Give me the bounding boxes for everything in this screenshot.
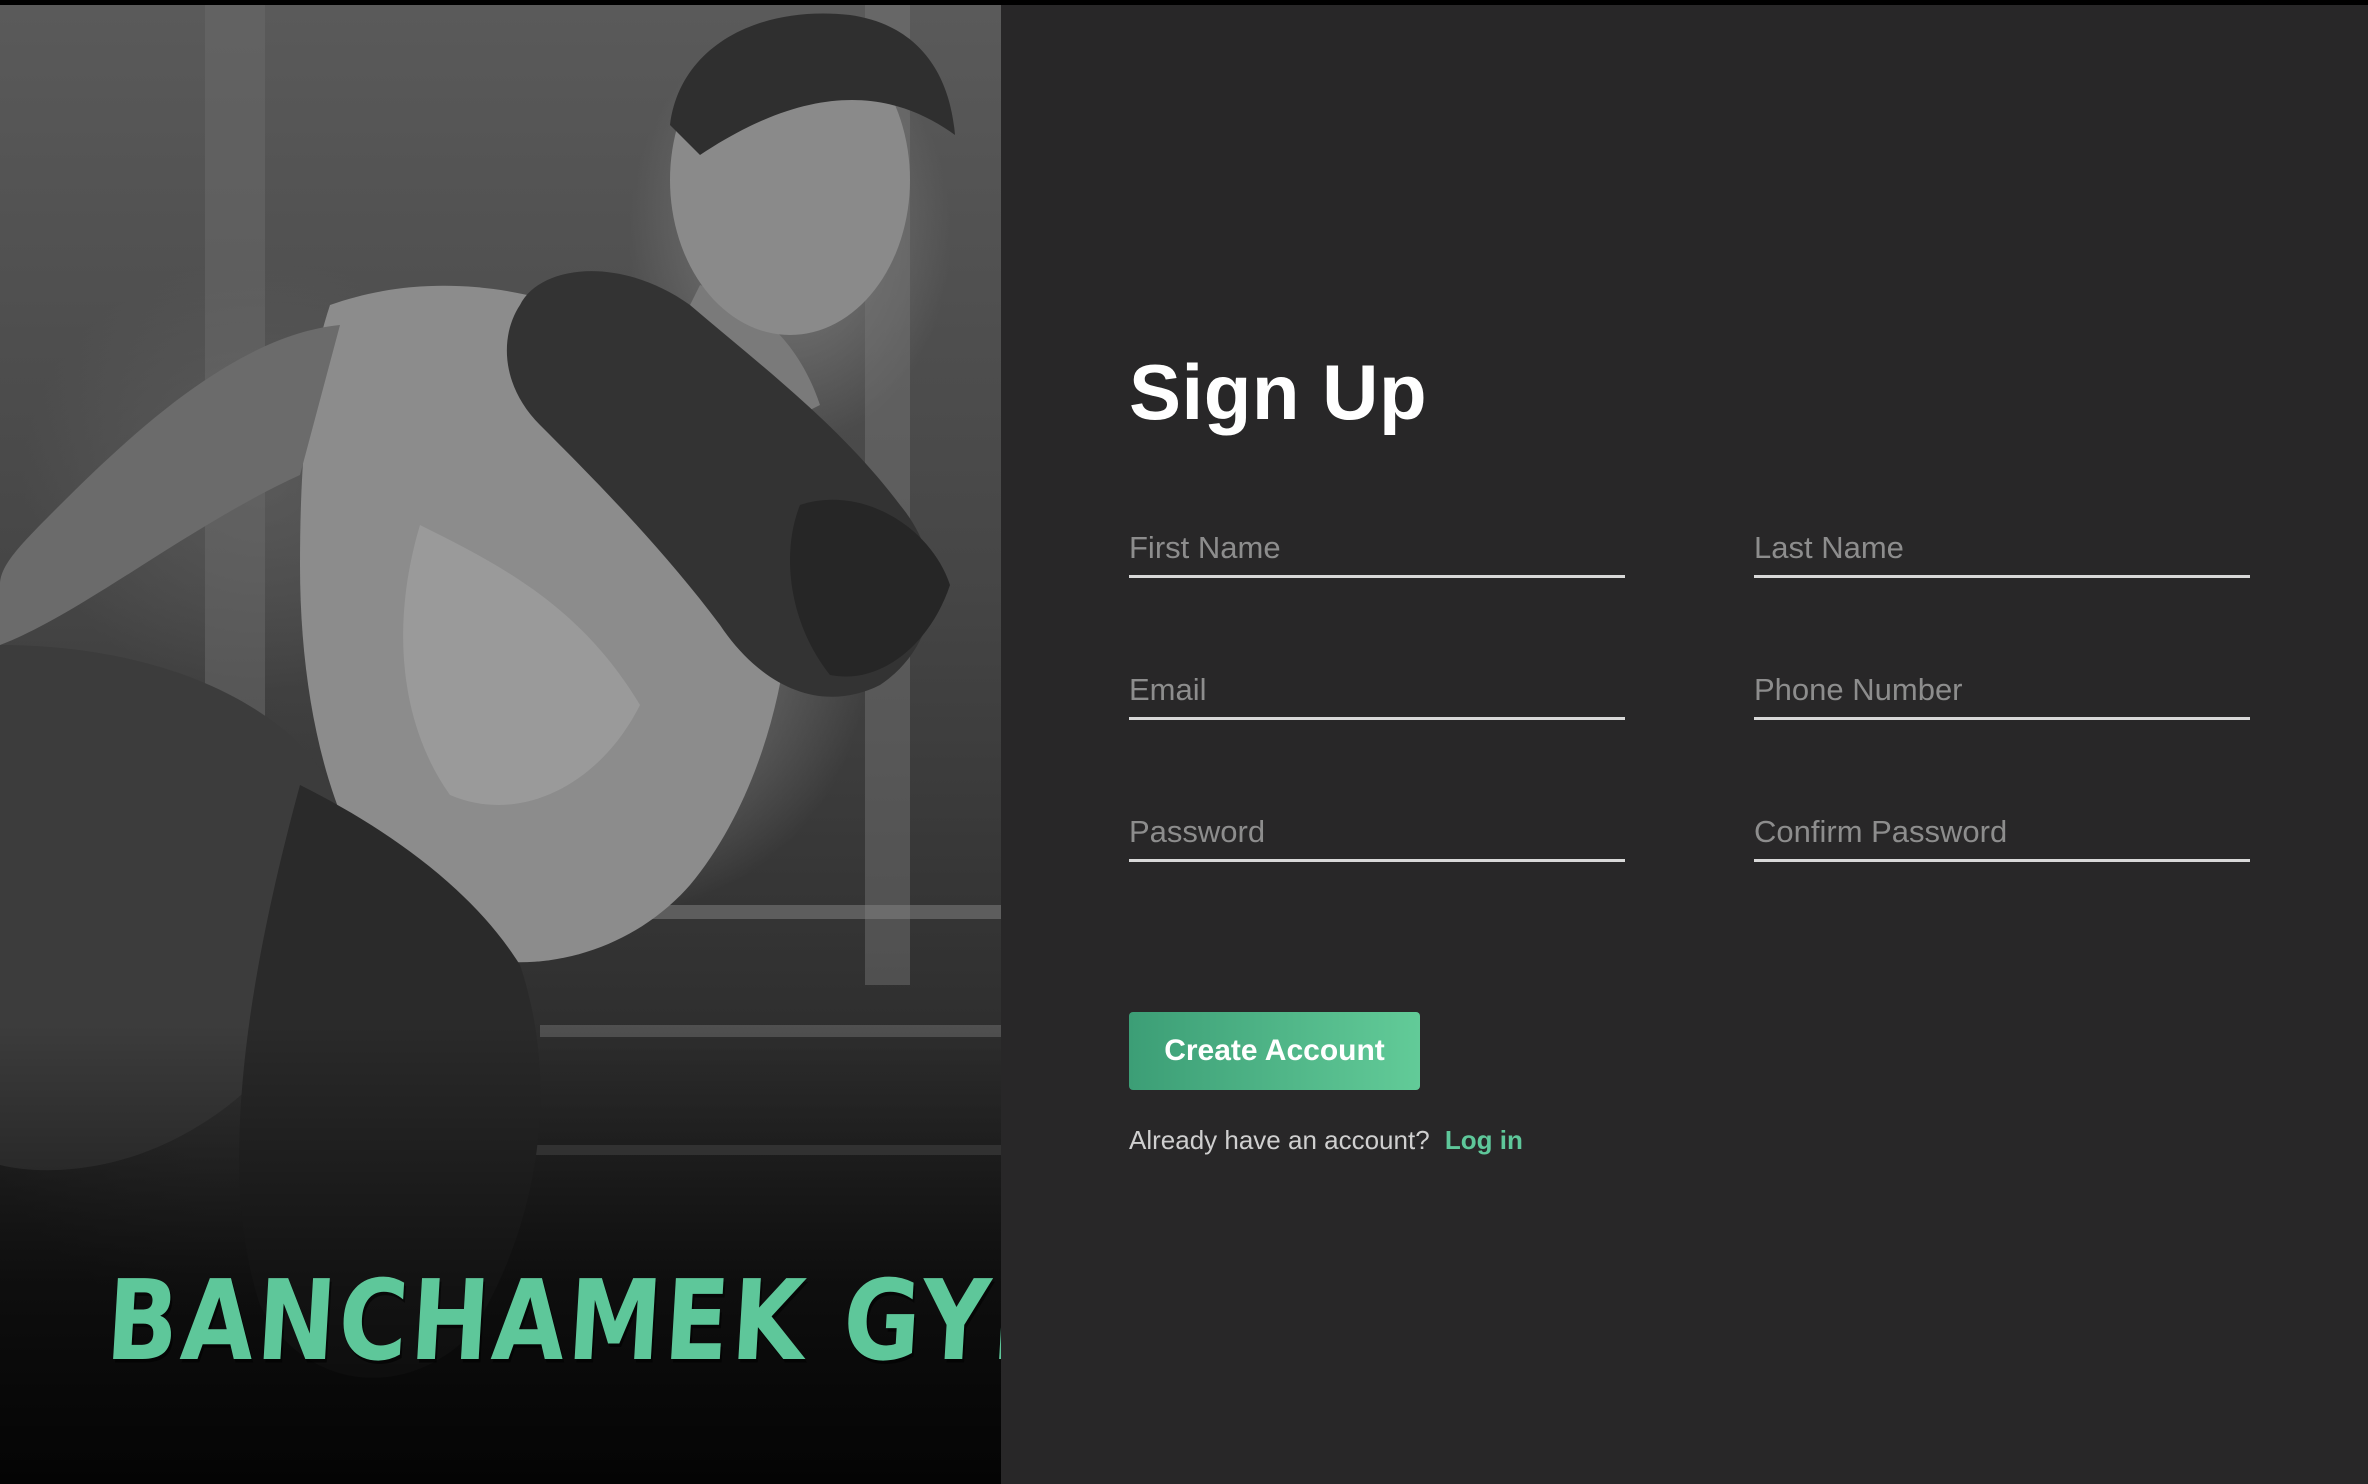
hero-image: BANCHAMEK GYM — [0, 5, 1001, 1484]
signup-form-panel: Sign Up Create Account Already have an a… — [1001, 5, 2368, 1484]
phone-number-input[interactable] — [1754, 668, 2250, 720]
page-title: Sign Up — [1129, 348, 1428, 436]
email-input[interactable] — [1129, 668, 1625, 720]
phone-number-field — [1754, 668, 2250, 720]
login-link[interactable]: Log in — [1445, 1125, 1523, 1155]
last-name-input[interactable] — [1754, 526, 2250, 578]
login-prompt-row: Already have an account? Log in — [1129, 1125, 1523, 1156]
create-account-button[interactable]: Create Account — [1129, 1012, 1420, 1090]
confirm-password-field — [1754, 810, 2250, 862]
extended-arm — [0, 325, 340, 645]
bottom-fade — [0, 1024, 1001, 1484]
password-field — [1129, 810, 1625, 862]
last-name-field — [1754, 526, 2250, 578]
brand-logo: BANCHAMEK GYM — [102, 1257, 1001, 1387]
first-name-field — [1129, 526, 1625, 578]
email-field — [1129, 668, 1625, 720]
glove-cuff — [790, 499, 950, 677]
confirm-password-input[interactable] — [1754, 810, 2250, 862]
login-prompt-text: Already have an account? — [1129, 1125, 1430, 1155]
signup-page: BANCHAMEK GYM Sign Up Create Account Alr… — [0, 5, 2368, 1484]
first-name-input[interactable] — [1129, 526, 1625, 578]
password-input[interactable] — [1129, 810, 1625, 862]
